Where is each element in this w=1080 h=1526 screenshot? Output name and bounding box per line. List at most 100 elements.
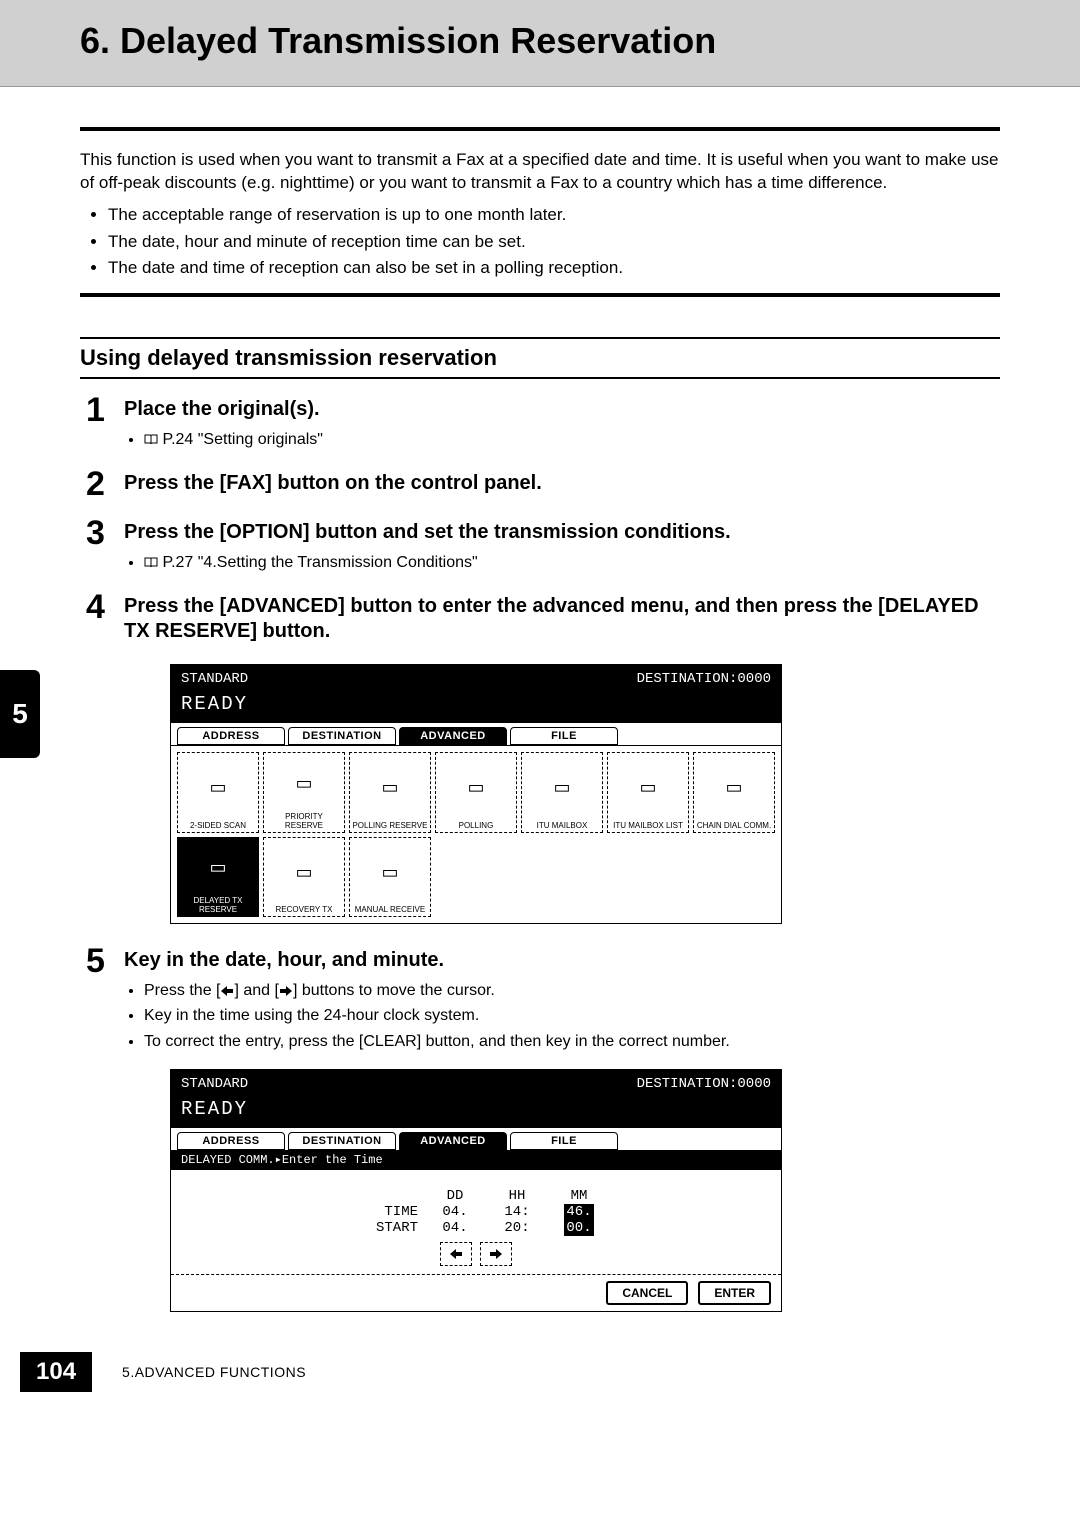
option-label: ITU MAILBOX LIST: [610, 821, 686, 830]
tab-advanced[interactable]: ADVANCED: [399, 1132, 507, 1150]
option-label: MANUAL RECEIVE: [352, 905, 428, 914]
option-label: CHAIN DIAL COMM.: [696, 821, 772, 830]
cancel-button[interactable]: CANCEL: [606, 1281, 688, 1305]
step-title: Press the [OPTION] button and set the tr…: [124, 520, 1000, 545]
option-icon: ▭: [266, 755, 342, 811]
intro-bullet: The acceptable range of reservation is u…: [108, 203, 1000, 228]
option-icon: ▭: [352, 755, 428, 820]
advanced-option-itu-mailbox-list[interactable]: ▭ITU MAILBOX LIST: [607, 752, 689, 833]
intro-bullets: The acceptable range of reservation is u…: [108, 203, 1000, 281]
advanced-option-priority-reserve[interactable]: ▭PRIORITY RESERVE: [263, 752, 345, 832]
arrow-left-icon: [220, 985, 234, 997]
step-number: 4: [86, 590, 118, 650]
advanced-icon-grid: ▭2-SIDED SCAN▭PRIORITY RESERVE▭POLLING R…: [171, 746, 781, 923]
start-dd[interactable]: 04.: [430, 1220, 480, 1236]
advanced-option-delayed-tx-reserve[interactable]: ▭DELAYED TX RESERVE: [177, 837, 259, 917]
book-icon: [144, 557, 158, 568]
empty-cell: [693, 837, 775, 917]
empty-cell: [521, 837, 603, 917]
cursor-right-button[interactable]: [480, 1242, 512, 1266]
arrow-right-icon: [279, 985, 293, 997]
advanced-option-itu-mailbox[interactable]: ▭ITU MAILBOX: [521, 752, 603, 833]
page-footer: 104 5.ADVANCED FUNCTIONS: [20, 1352, 1080, 1392]
step-ref-text: P.27 "4.Setting the Transmission Conditi…: [162, 554, 477, 571]
device-screen-advanced-menu: STANDARD DESTINATION:0000 READY ADDRESS …: [170, 664, 782, 924]
step-title: Place the original(s).: [124, 397, 1000, 422]
footer-label: 5.ADVANCED FUNCTIONS: [122, 1364, 306, 1380]
tab-destination[interactable]: DESTINATION: [288, 727, 396, 745]
time-row: TIME 04. 14: 46.: [181, 1204, 771, 1220]
enter-button[interactable]: ENTER: [698, 1281, 771, 1305]
col-mm: MM: [554, 1188, 604, 1204]
step-number: 1: [86, 393, 118, 453]
arrow-right-icon: [489, 1248, 503, 1260]
time-header-row: DD HH MM: [181, 1188, 771, 1204]
step-ref-text: P.24 "Setting originals": [162, 431, 323, 448]
section-title: Using delayed transmission reservation: [80, 337, 1000, 379]
rule-bottom: [80, 293, 1000, 297]
col-hh: HH: [492, 1188, 542, 1204]
empty-cell: [607, 837, 689, 917]
screen-tabs: ADDRESS DESTINATION ADVANCED FILE: [171, 1128, 781, 1150]
option-label: 2-SIDED SCAN: [180, 821, 256, 830]
time-dd[interactable]: 04.: [430, 1204, 480, 1220]
screen-ready: READY: [171, 693, 781, 723]
intro-bullet: The date and time of reception can also …: [108, 256, 1000, 281]
step-5: 5 Key in the date, hour, and minute. Pre…: [86, 944, 1000, 1055]
option-label: PRIORITY RESERVE: [266, 812, 342, 830]
tab-file[interactable]: FILE: [510, 727, 618, 745]
step-sub: To correct the entry, press the [CLEAR] …: [144, 1030, 1000, 1053]
advanced-option-polling[interactable]: ▭POLLING: [435, 752, 517, 833]
tab-destination[interactable]: DESTINATION: [288, 1132, 396, 1150]
advanced-option-recovery-tx[interactable]: ▭RECOVERY TX: [263, 837, 345, 917]
step-title: Press the [ADVANCED] button to enter the…: [124, 594, 1000, 644]
step-number: 5: [86, 944, 118, 1055]
option-icon: ▭: [180, 840, 256, 896]
start-row: START 04. 20: 00.: [181, 1220, 771, 1236]
step-ref: P.27 "4.Setting the Transmission Conditi…: [144, 551, 1000, 574]
step-sub-text: ] and [: [234, 982, 278, 999]
step-sub: Key in the time using the 24-hour clock …: [144, 1004, 1000, 1027]
screen-tabs: ADDRESS DESTINATION ADVANCED FILE: [171, 723, 781, 745]
advanced-option-2-sided-scan[interactable]: ▭2-SIDED SCAN: [177, 752, 259, 832]
tab-address[interactable]: ADDRESS: [177, 1132, 285, 1150]
step-ref: P.24 "Setting originals": [144, 428, 1000, 451]
step-number: 3: [86, 516, 118, 576]
book-icon: [144, 434, 158, 445]
arrow-left-icon: [449, 1248, 463, 1260]
option-icon: ▭: [266, 840, 342, 905]
step-title: Key in the date, hour, and minute.: [124, 948, 1000, 973]
tab-advanced[interactable]: ADVANCED: [399, 727, 507, 745]
option-label: DELAYED TX RESERVE: [180, 896, 256, 914]
screen-ready: READY: [171, 1098, 781, 1128]
start-mm[interactable]: 00.: [554, 1220, 604, 1236]
tab-file[interactable]: FILE: [510, 1132, 618, 1150]
step-2: 2 Press the [FAX] button on the control …: [86, 467, 1000, 502]
time-hh[interactable]: 14:: [492, 1204, 542, 1220]
step-sub: Press the [] and [] buttons to move the …: [144, 979, 1000, 1002]
empty-cell: [435, 837, 517, 917]
tab-address[interactable]: ADDRESS: [177, 727, 285, 745]
step-4: 4 Press the [ADVANCED] button to enter t…: [86, 590, 1000, 650]
intro-bullet: The date, hour and minute of reception t…: [108, 230, 1000, 255]
screen-instruction: DELAYED COMM.▸Enter the Time: [171, 1150, 781, 1169]
start-hh[interactable]: 20:: [492, 1220, 542, 1236]
time-mm[interactable]: 46.: [554, 1204, 604, 1220]
time-label: TIME: [348, 1204, 418, 1220]
option-label: POLLING: [438, 821, 514, 830]
option-icon: ▭: [610, 755, 686, 821]
device-screen-time-entry: STANDARD DESTINATION:0000 READY ADDRESS …: [170, 1069, 782, 1312]
option-label: ITU MAILBOX: [524, 821, 600, 830]
option-icon: ▭: [352, 840, 428, 905]
advanced-option-polling-reserve[interactable]: ▭POLLING RESERVE: [349, 752, 431, 832]
advanced-option-chain-dial-comm-[interactable]: ▭CHAIN DIAL COMM.: [693, 752, 775, 833]
option-label: RECOVERY TX: [266, 905, 342, 914]
step-title: Press the [FAX] button on the control pa…: [124, 471, 1000, 496]
cursor-left-button[interactable]: [440, 1242, 472, 1266]
intro-text: This function is used when you want to t…: [80, 149, 1000, 195]
step-3: 3 Press the [OPTION] button and set the …: [86, 516, 1000, 576]
step-number: 2: [86, 467, 118, 502]
screen-status-left: STANDARD: [181, 671, 248, 687]
option-icon: ▭: [696, 755, 772, 821]
advanced-option-manual-receive[interactable]: ▭MANUAL RECEIVE: [349, 837, 431, 917]
